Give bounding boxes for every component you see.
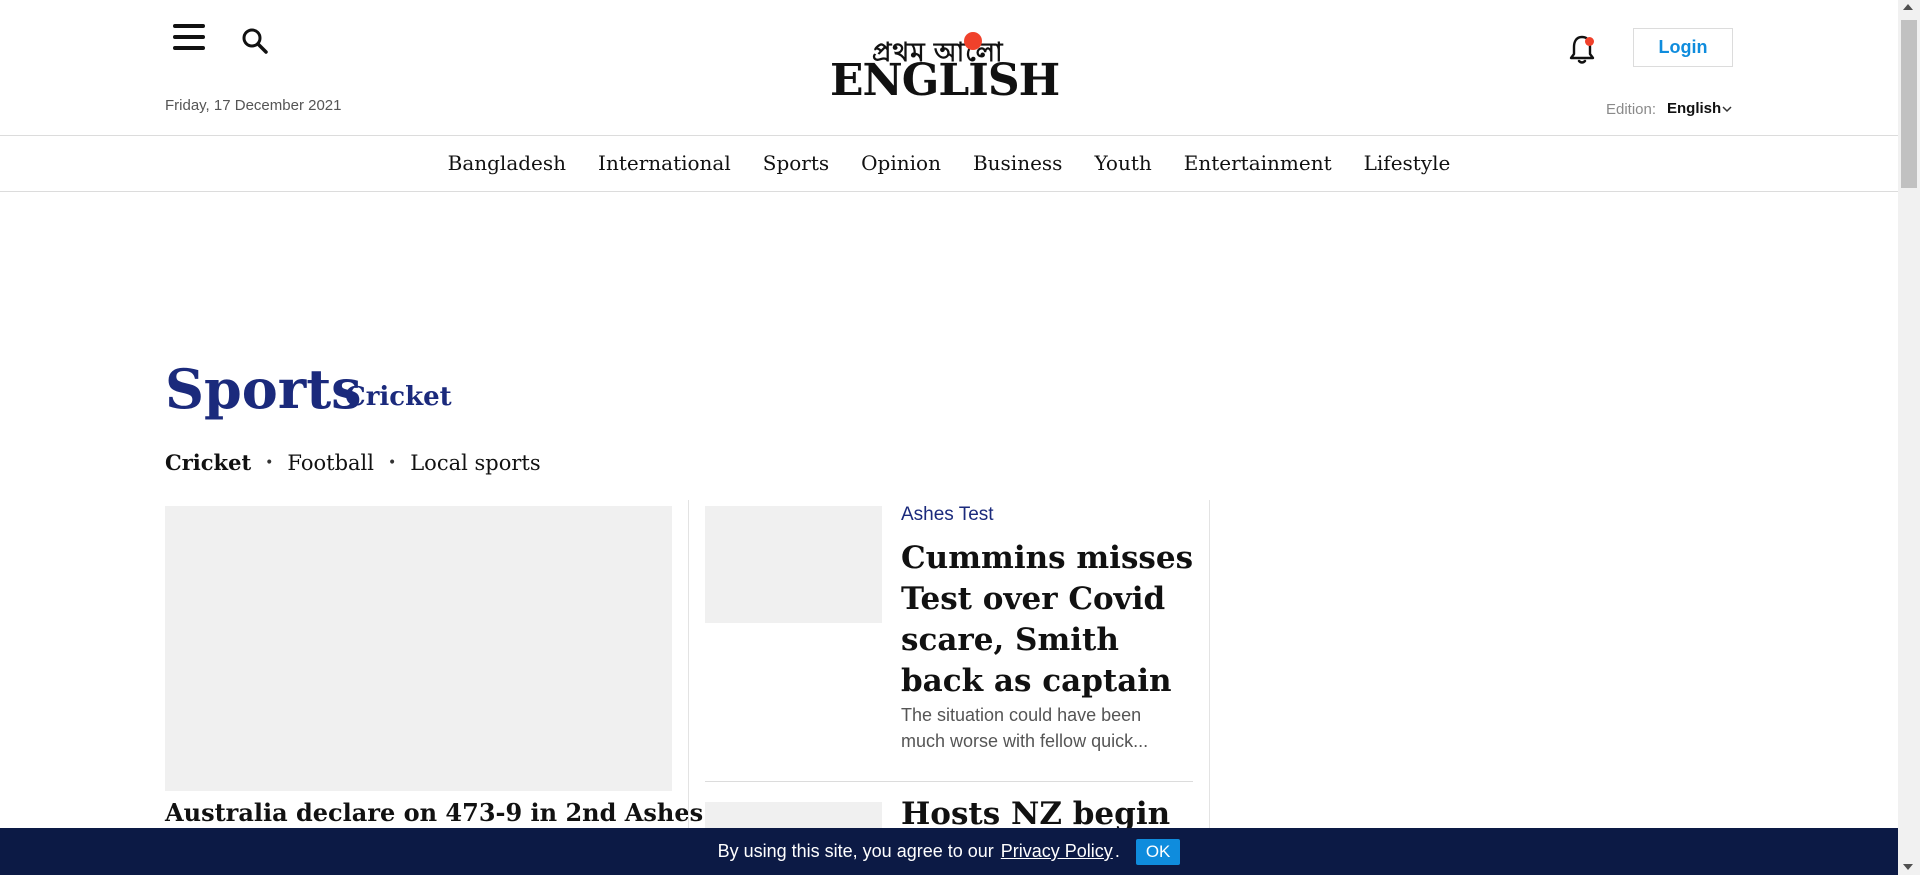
nav-item-business[interactable]: Business [973, 151, 1062, 175]
nav-item-lifestyle[interactable]: Lifestyle [1364, 151, 1451, 175]
subnav-item-cricket[interactable]: Cricket [165, 450, 251, 475]
site-logo[interactable]: প্রথম আলো ENGLISH [828, 22, 1072, 108]
column-divider [688, 500, 689, 830]
sub-nav: Cricket • Football • Local sports [165, 450, 541, 475]
column-divider [1209, 500, 1210, 830]
lead-story-image[interactable] [165, 506, 672, 791]
cookie-ok-button[interactable]: OK [1135, 838, 1181, 865]
scroll-down-arrow-icon[interactable] [1903, 864, 1913, 870]
scrollbar-thumb[interactable] [1901, 20, 1917, 188]
chevron-down-icon[interactable] [1722, 104, 1732, 114]
subnav-item-football[interactable]: Football [287, 451, 374, 475]
main-nav: Bangladesh International Sports Opinion … [0, 135, 1898, 192]
separator-dot: • [265, 454, 274, 471]
nav-item-entertainment[interactable]: Entertainment [1184, 151, 1332, 175]
notification-dot [1585, 37, 1594, 46]
story-kicker[interactable]: Ashes Test [901, 504, 994, 526]
logo-sun-icon [964, 32, 982, 50]
subnav-item-local-sports[interactable]: Local sports [410, 451, 540, 475]
nav-item-international[interactable]: International [598, 151, 731, 175]
nav-item-sports[interactable]: Sports [763, 151, 829, 175]
menu-icon[interactable] [173, 24, 205, 52]
story-title[interactable]: Cummins misses Test over Covid scare, Sm… [901, 538, 1201, 702]
summary-line: much worse with fellow quick... [901, 731, 1149, 751]
section-title[interactable]: Sports [165, 362, 362, 416]
story-image[interactable] [705, 506, 882, 623]
nav-item-bangladesh[interactable]: Bangladesh [448, 151, 566, 175]
cookie-bar: By using this site, you agree to our Pri… [0, 828, 1898, 875]
cookie-period: . [1114, 841, 1120, 861]
current-date: Friday, 17 December 2021 [165, 97, 342, 114]
login-button[interactable]: Login [1633, 28, 1733, 67]
section-subtitle: Cricket [345, 382, 452, 412]
edition-label: Edition: [1606, 101, 1657, 118]
lead-story-title[interactable]: Australia declare on 473-9 in 2nd Ashes [165, 798, 703, 827]
summary-line: The situation could have been [901, 705, 1142, 725]
separator-dot: • [387, 454, 397, 471]
story-separator [705, 781, 1193, 782]
scroll-up-arrow-icon[interactable] [1903, 4, 1913, 10]
privacy-policy-link[interactable]: Privacy Policy [1001, 841, 1113, 862]
cookie-text: By using this site, you agree to our [717, 841, 994, 861]
nav-item-youth[interactable]: Youth [1094, 151, 1151, 175]
nav-item-opinion[interactable]: Opinion [861, 151, 941, 175]
story-summary: The situation could have been much worse… [901, 702, 1193, 754]
search-icon[interactable] [241, 27, 269, 55]
edition-selector[interactable]: English [1667, 100, 1721, 117]
logo-english-text: ENGLISH [830, 55, 1060, 106]
story-title[interactable]: Hosts NZ begin [901, 796, 1170, 832]
